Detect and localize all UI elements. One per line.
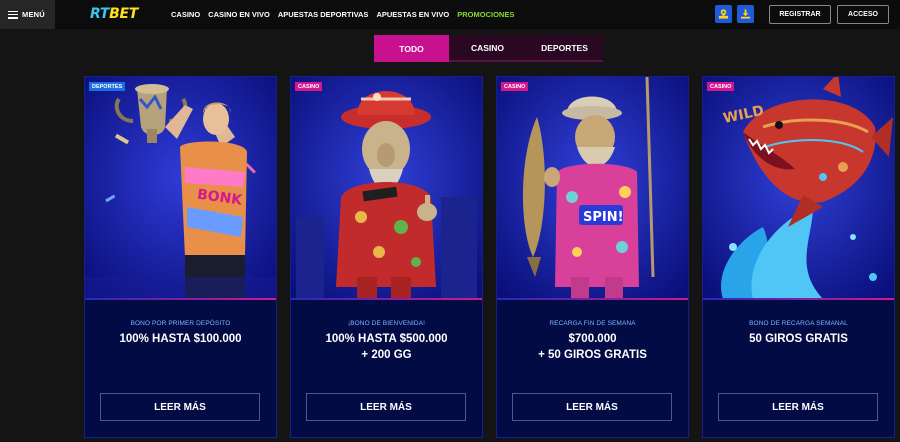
login-button[interactable]: ACCESO [837,5,889,24]
location-pin-button[interactable] [715,5,732,23]
promo-subtitle: RECARGA FIN DE SEMANA [549,320,636,327]
promo-headline-line-1: $700.000 [568,333,617,345]
card-divider [497,298,688,300]
promo-card-weekend-reload: SPIN! CASINO RECARGA FIN DE SEMANA $700.… [496,76,689,438]
promo-card-casino-welcome: CASINO ¡BONO DE BIENVENIDA! 100% HASTA $… [290,76,483,438]
menu-button[interactable]: MENÚ [0,0,55,29]
nav-casino-en-vivo[interactable]: CASINO EN VIVO [208,10,270,19]
rtbet-logo[interactable]: RTBET [90,6,138,22]
read-more-button[interactable]: LEER MÁS [718,393,878,421]
tab-casino[interactable]: CASINO [449,35,526,62]
download-button[interactable] [737,5,754,23]
shirt-text: SPIN! [583,210,624,225]
card-divider [85,298,276,300]
promo-subtitle: BONO DE RECARGA SEMANAL [749,320,848,327]
read-more-button[interactable]: LEER MÁS [100,393,260,421]
logo-rt: RT [90,6,110,22]
promo-subtitle: ¡BONO DE BIENVENIDA! [347,320,426,327]
promo-headline-line-1: 50 GIROS GRATIS [749,333,848,345]
nav-casino[interactable]: CASINO [171,10,200,19]
promo-image-footballer-trophy: BONK [85,77,276,299]
menu-label: MENÚ [22,10,45,19]
promo-image-fisherman: SPIN! [497,77,688,299]
category-badge: CASINO [295,82,323,91]
promo-image-shark: WILD [703,77,894,299]
promo-card-weekly-reload: WILD CASINO BONO DE RECARGA SEMANAL 50 G… [702,76,895,438]
promo-headline-line-1: 100% HASTA $500.000 [325,333,448,345]
promo-image-old-man-hat [291,77,482,299]
nav-promociones[interactable]: PROMOCIONES [457,10,514,19]
promo-filter-tabs: TODO CASINO DEPORTES [374,35,603,62]
promo-headline: 50 GIROS GRATIS [703,331,894,347]
nav-apuestas-deportivas[interactable]: APUESTAS DEPORTIVAS [278,10,369,19]
promo-headline-line-2: + 50 GIROS GRATIS [538,349,647,361]
hamburger-icon [8,10,18,19]
promo-headline-line-2: + 200 GG [361,349,412,361]
category-badge: CASINO [501,82,529,91]
promo-card-sports-first-deposit: BONK DEPORTES BONO POR PRIMER DEPÓSITO 1… [84,76,277,438]
promo-subtitle: BONO POR PRIMER DEPÓSITO [130,320,231,327]
nav-apuestas-en-vivo[interactable]: APUESTAS EN VIVO [376,10,449,19]
promo-headline: $700.000 + 50 GIROS GRATIS [497,331,688,363]
category-badge: DEPORTES [89,82,126,91]
promo-headline: 100% HASTA $500.000 + 200 GG [291,331,482,363]
register-button[interactable]: REGISTRAR [769,5,831,24]
read-more-button[interactable]: LEER MÁS [512,393,672,421]
map-pin-icon [718,9,729,19]
card-divider [291,298,482,300]
read-more-button[interactable]: LEER MÁS [306,393,466,421]
card-divider [703,298,894,300]
top-bar: MENÚ RTBET CASINO CASINO EN VIVO APUESTA… [0,0,900,29]
tab-todo[interactable]: TODO [374,35,449,62]
promo-headline: 100% HASTA $100.000 [85,331,276,347]
category-badge: CASINO [707,82,735,91]
logo-bet: BET [109,6,138,22]
tab-deportes[interactable]: DEPORTES [526,35,603,62]
promo-headline-line-1: 100% HASTA $100.000 [119,333,242,345]
main-nav: CASINO CASINO EN VIVO APUESTAS DEPORTIVA… [171,10,522,19]
download-icon [740,9,751,19]
